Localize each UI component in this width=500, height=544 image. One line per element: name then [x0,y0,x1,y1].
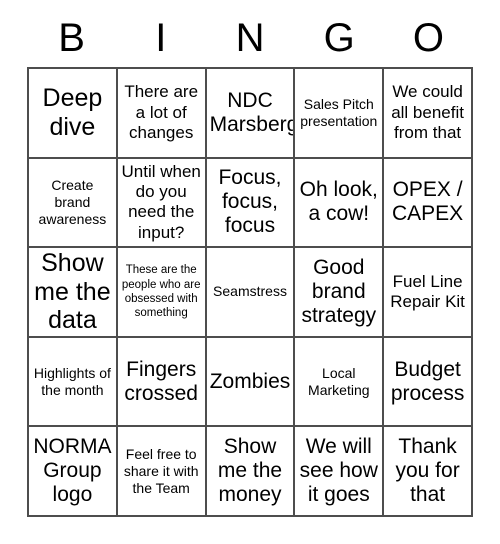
bingo-cell-r2c5[interactable]: OPEX / CAPEX [384,158,473,249]
bingo-cell-label: We will see how it goes [299,435,378,507]
bingo-cell-label: Create brand awareness [38,176,107,227]
bingo-header: B I N G O [27,8,473,67]
bingo-cell-label: NDC Marsberg [209,88,296,136]
bingo-cell-label: Show me the data [34,249,111,335]
bingo-header-letter-n: N [235,15,265,60]
bingo-cell-label: NORMA Group logo [33,435,112,507]
bingo-cell-label: Fingers crossed [124,357,198,405]
bingo-cell-label: Until when do you need the input? [121,161,201,242]
bingo-cell-r2c2[interactable]: Until when do you need the input? [117,158,207,249]
bingo-header-letter-o: O [412,15,444,60]
bingo-cell-r4c1[interactable]: Highlights of the month [29,337,118,428]
bingo-cell-r1c4[interactable]: Sales Pitch presentation [295,69,385,159]
bingo-cell-label: We could all benefit from that [391,82,464,142]
bingo-cell-r3c3[interactable]: Seamstress [206,248,296,338]
bingo-card: B I N G O Deep dive There are a lot of c… [0,0,500,544]
bingo-cell-r1c2[interactable]: There are a lot of changes [117,69,207,159]
bingo-header-letter-b: B [58,15,85,60]
bingo-cell-r4c2[interactable]: Fingers crossed [117,337,207,428]
bingo-cell-label: Fuel Line Repair Kit [390,271,465,311]
bingo-cell-r2c3[interactable]: Focus, focus, focus [206,158,296,249]
bingo-cell-r1c5[interactable]: We could all benefit from that [384,69,473,159]
bingo-cell-r4c4[interactable]: Local Marketing [295,337,385,428]
bingo-cell-r2c4[interactable]: Oh look, a cow! [295,158,385,249]
bingo-cell-label: Deep dive [42,84,103,141]
bingo-cell-label: Thank you for that [395,435,460,507]
bingo-cell-label: Seamstress [213,283,287,300]
bingo-cell-label: Focus, focus, focus [218,166,282,238]
bingo-header-letter-i: I [155,15,167,60]
bingo-cell-r5c4[interactable]: We will see how it goes [295,427,385,517]
bingo-cell-r3c1[interactable]: Show me the data [29,248,118,338]
bingo-cell-r5c5[interactable]: Thank you for that [384,427,473,517]
bingo-cell-label: Budget process [390,357,465,405]
bingo-cell-label: There are a lot of changes [124,82,199,142]
bingo-cell-label: These are the people who are obsessed wi… [121,264,201,320]
bingo-cell-label: Feel free to share it with the Team [123,445,199,496]
bingo-header-letter-g: G [323,15,355,60]
bingo-grid: Deep dive There are a lot of changes NDC… [27,67,473,517]
bingo-cell-r4c3[interactable]: Zombies [206,337,296,428]
bingo-cell-r5c1[interactable]: NORMA Group logo [29,427,118,517]
bingo-cell-label: Zombies [209,369,291,393]
bingo-cell-r3c2[interactable]: These are the people who are obsessed wi… [117,248,207,338]
bingo-cell-r5c3[interactable]: Show me the money [206,427,296,517]
bingo-cell-label: Oh look, a cow! [299,178,378,226]
bingo-cell-label: Sales Pitch presentation [300,95,378,129]
bingo-cell-r3c4[interactable]: Good brand strategy [295,248,385,338]
bingo-cell-label: Show me the money [217,435,283,507]
bingo-cell-r2c1[interactable]: Create brand awareness [29,158,118,249]
bingo-cell-r3c5[interactable]: Fuel Line Repair Kit [384,248,473,338]
bingo-cell-r4c5[interactable]: Budget process [384,337,473,428]
bingo-cell-label: OPEX / CAPEX [391,178,464,226]
bingo-cell-label: Local Marketing [308,364,370,398]
bingo-cell-r1c3[interactable]: NDC Marsberg [206,69,296,159]
bingo-cell-r1c1[interactable]: Deep dive [29,69,118,159]
bingo-cell-label: Good brand strategy [301,256,377,327]
bingo-cell-r5c2[interactable]: Feel free to share it with the Team [117,427,207,517]
bingo-cell-label: Highlights of the month [33,364,111,398]
